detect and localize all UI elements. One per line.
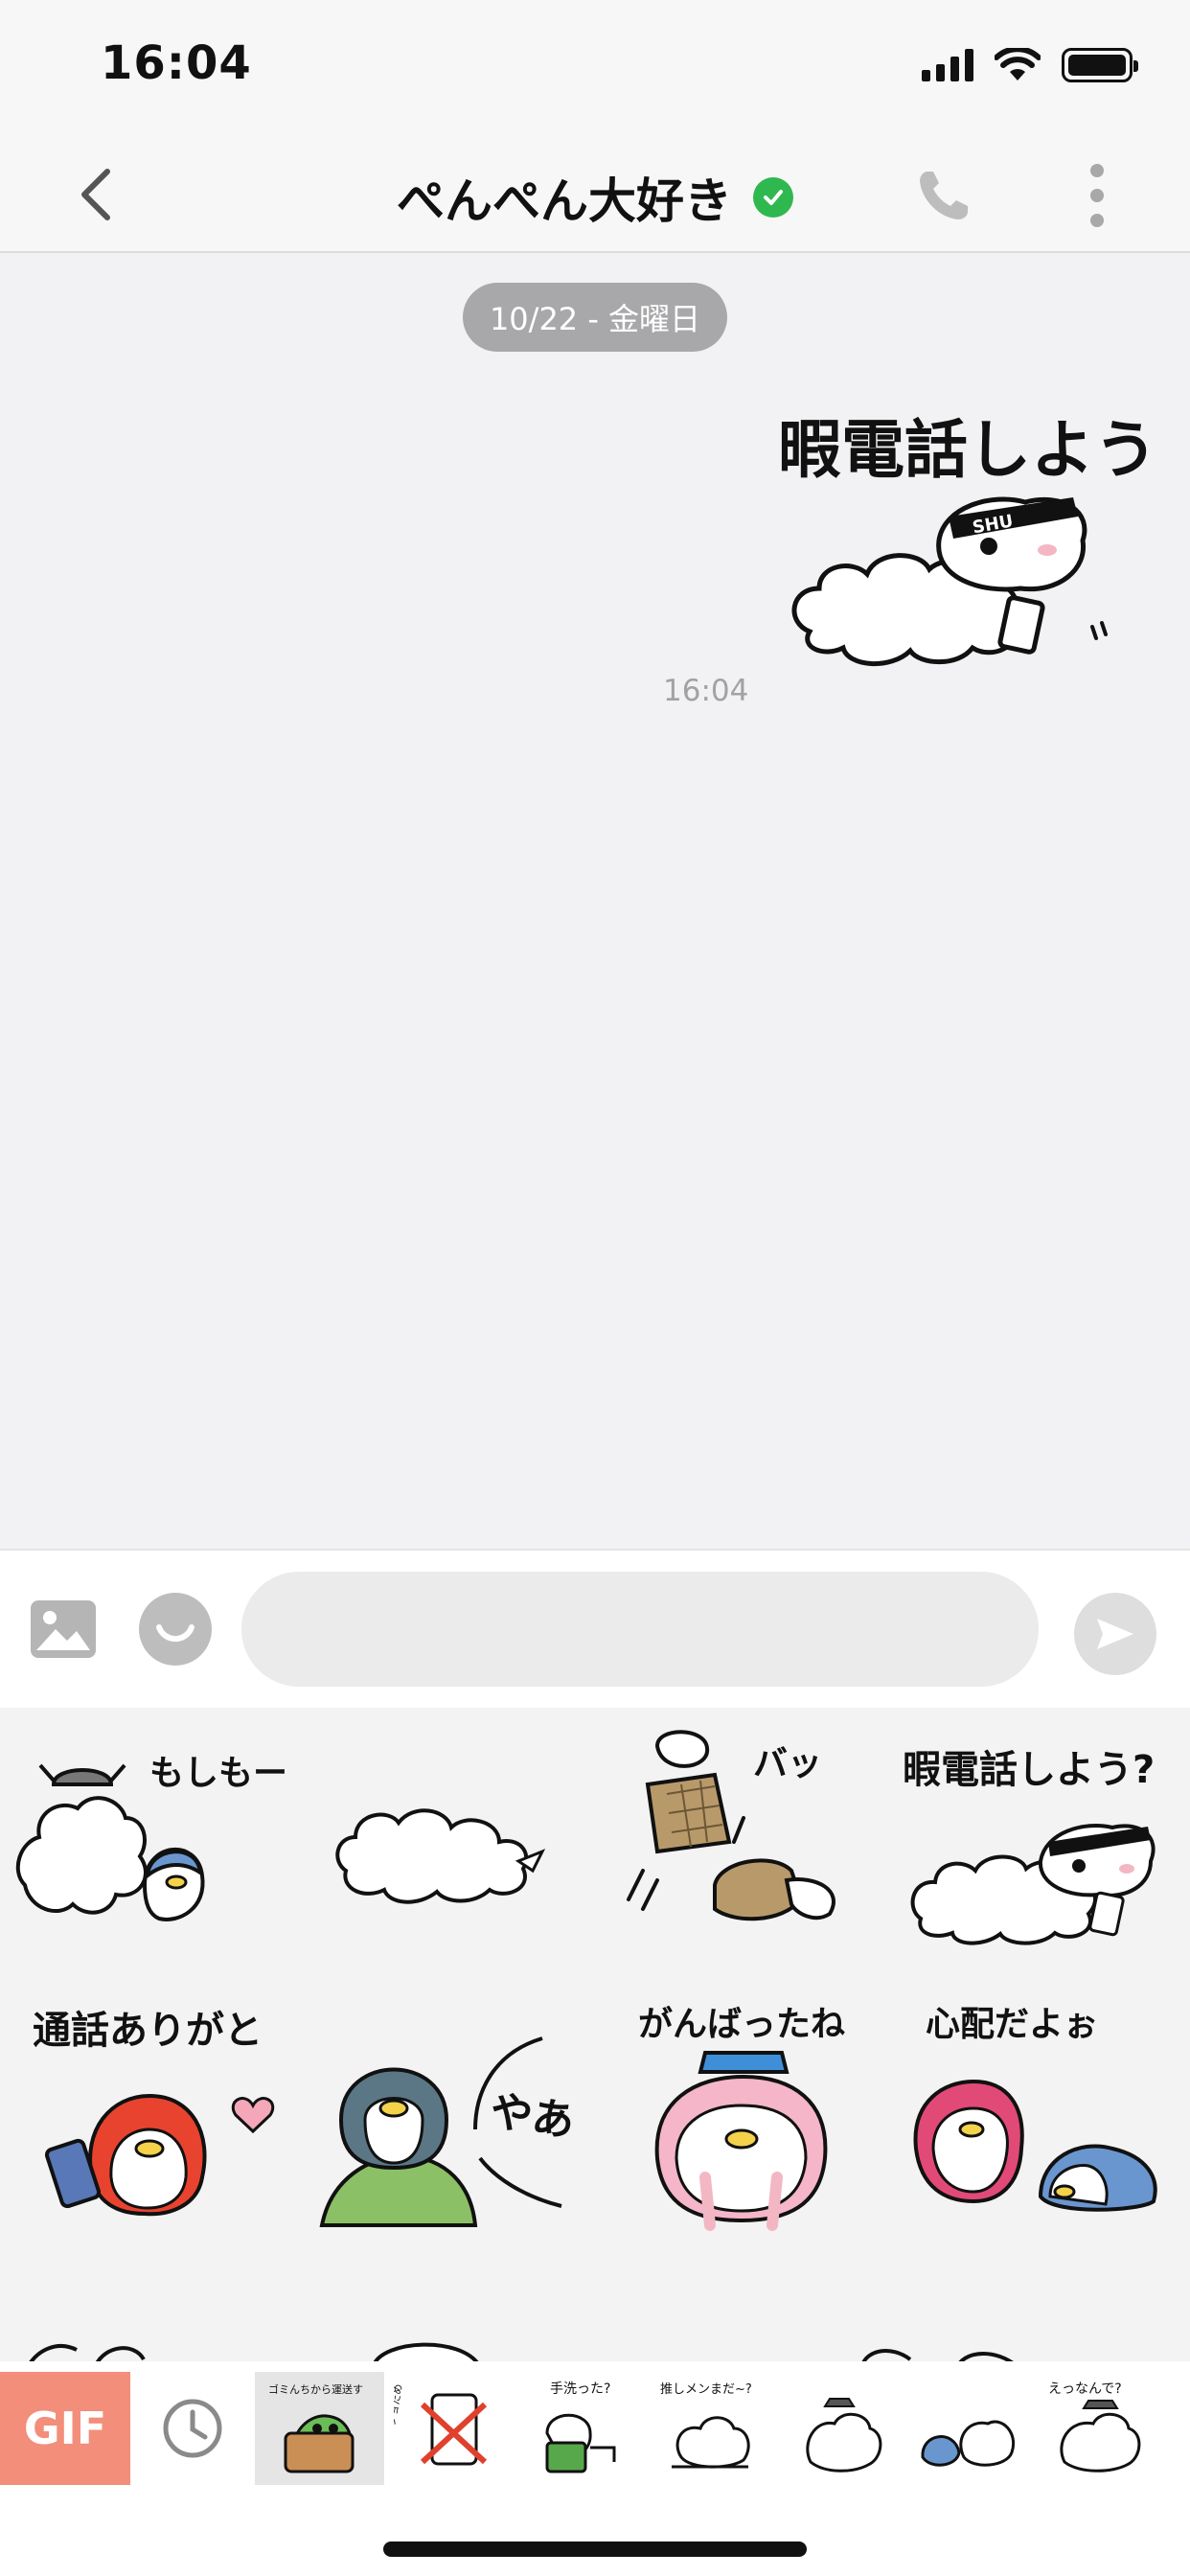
clock-icon (163, 2399, 222, 2458)
svg-text:バッ: バッ (753, 1744, 822, 1783)
sticker-item[interactable]: やあ (303, 1986, 590, 2254)
sticker-pack-tab[interactable]: 推しメンまだ~? (643, 2372, 772, 2485)
chat-area[interactable]: 10/22 - 金曜日 暇電話しよう? SHU 16:04 (0, 255, 1190, 1549)
more-button[interactable] (1068, 157, 1126, 234)
svg-text:通話ありがと: 通話ありがと (33, 2009, 263, 2053)
call-button[interactable] (905, 157, 982, 234)
chat-header: ぺんぺん大好き (0, 134, 1190, 253)
more-vertical-icon (1090, 164, 1104, 177)
svg-text:もしもーし: もしもーし (149, 1754, 293, 1793)
svg-text:心配だよぉ: 心配だよぉ (926, 2005, 1098, 2044)
sticker-message-text: 暇電話しよう? (778, 413, 1159, 487)
status-icons (922, 43, 1138, 86)
sticker-item[interactable]: 心配だよぉ (897, 1986, 1184, 2254)
send-icon (1097, 1619, 1133, 1649)
input-bar (0, 1549, 1190, 1708)
svg-text:手洗った?: 手洗った? (550, 2381, 610, 2397)
emoji-icon (156, 1624, 195, 1643)
sticker-item[interactable]: バッ (600, 1708, 887, 1976)
svg-text:暇電話しよう?: 暇電話しよう? (903, 1748, 1155, 1792)
sticker-item[interactable]: もしもーし (6, 1708, 322, 1976)
sticker-item[interactable]: 暇電話しよう? (897, 1708, 1184, 1976)
status-bar: 16:04 (0, 0, 1190, 134)
sticker-panel: もしもーし バッ (0, 1708, 1190, 2365)
phone-icon (920, 172, 968, 219)
sticker-pack-tab[interactable]: 手洗った? (514, 2372, 643, 2485)
sticker-row-partial (0, 2321, 1190, 2365)
chat-title[interactable]: ぺんぺん大好き (397, 163, 732, 232)
sticker-pack-tab[interactable] (902, 2372, 1031, 2485)
svg-text:スクショだめ: スクショだめ (394, 2383, 405, 2448)
battery-full-icon (1062, 47, 1138, 82)
date-separator: 10/22 - 金曜日 (463, 283, 727, 352)
svg-text:推しメンまだ~?: 推しメンまだ~? (660, 2382, 752, 2397)
sticker-pack-tab[interactable]: えっなんで? (1031, 2372, 1160, 2485)
svg-text:がんばったね: がんばったね (638, 2005, 845, 2044)
emoji-button[interactable] (139, 1593, 212, 1666)
home-indicator[interactable] (383, 2542, 807, 2557)
svg-text:ゴミんちから運送す: ゴミんちから運送す (268, 2382, 363, 2396)
sticker-tab-bar: GIF ゴミんちから運送す スクショだめ 手洗った? 推しメンまだ~? えっなん… (0, 2361, 1190, 2496)
sticker-pack-tab[interactable]: スクショだめ (384, 2372, 514, 2485)
sticker-item[interactable] (303, 1708, 590, 1976)
svg-text:えっなんで?: えっなんで? (1048, 2381, 1122, 2397)
image-button[interactable] (29, 1598, 98, 1660)
send-button[interactable] (1074, 1593, 1156, 1675)
sticker-item[interactable]: 通話ありがと (6, 1986, 293, 2254)
cellular-signal-icon (922, 48, 973, 81)
sticker-pack-tab[interactable] (772, 2372, 902, 2485)
sticker-item[interactable]: がんばったね (600, 1986, 887, 2254)
sticker-pack-tab[interactable]: ゴミんちから運送す (255, 2372, 384, 2485)
message-input[interactable] (241, 1572, 1039, 1687)
verified-check-icon (753, 177, 793, 218)
sticker-message[interactable]: 暇電話しよう? SHU (776, 397, 1190, 684)
gif-tab[interactable]: GIF (0, 2372, 130, 2485)
status-time: 16:04 (101, 36, 252, 90)
title-wrap: ぺんぺん大好き (0, 163, 1190, 232)
image-icon (31, 1600, 96, 1658)
wifi-icon (995, 47, 1041, 80)
recent-tab[interactable] (130, 2372, 255, 2485)
svg-text:やあ: やあ (487, 2086, 577, 2147)
message-time: 16:04 (663, 674, 749, 708)
home-bar-area (0, 2496, 1190, 2576)
sticker-grid: もしもーし バッ (0, 1708, 1190, 2264)
